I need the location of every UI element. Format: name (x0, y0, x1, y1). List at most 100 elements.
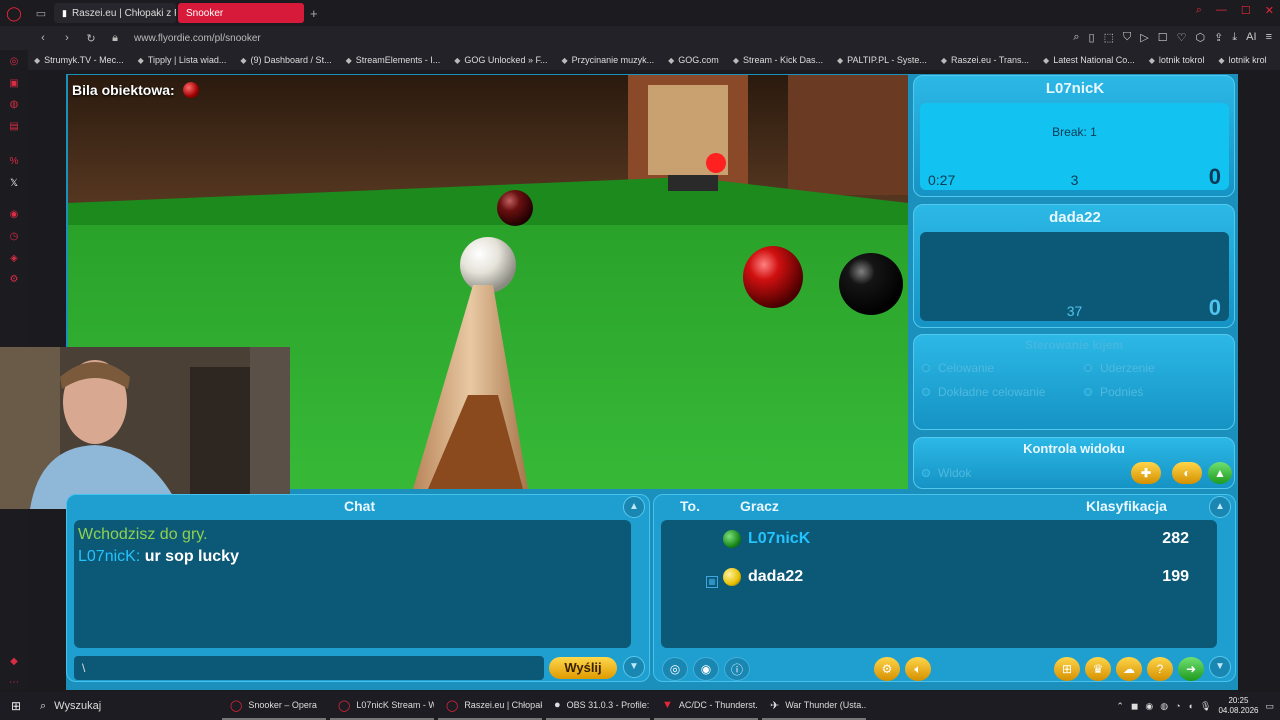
opera-logo-icon[interactable]: ◯ (0, 0, 28, 26)
bookmark-item[interactable]: ◆ Przycinanie muzyk... (561, 55, 654, 65)
bookmark-item[interactable]: ◆ Stream - Kick Das... (733, 55, 823, 65)
rotate-view-button[interactable]: ◐ (1172, 462, 1202, 484)
sidebar-more-icon[interactable]: ⋯ (9, 677, 19, 690)
back-icon[interactable]: ‹ (34, 32, 52, 44)
view-radio[interactable]: Widok (922, 466, 971, 480)
sidebar-history-icon[interactable]: ◷ (10, 231, 19, 244)
sidebar-mail-icon[interactable]: ▤ (9, 121, 18, 134)
close-icon[interactable]: ✕ (1265, 4, 1274, 17)
play-icon[interactable]: ▷ (1140, 31, 1148, 44)
start-icon[interactable]: ⊞ (0, 699, 32, 713)
control-raise[interactable]: Podnieś (1084, 385, 1143, 399)
tray-speaker-icon[interactable]: ◖ (1188, 701, 1193, 711)
tab-snooker[interactable]: Snooker (178, 3, 304, 23)
bookmark-item[interactable]: ◆ (9) Dashboard / St... (240, 55, 331, 65)
players-scroll-down-icon[interactable]: ▼ (1209, 656, 1231, 678)
extensions-icon[interactable]: ⬡ (1195, 31, 1205, 44)
sidebar-messenger-icon[interactable]: ◍ (10, 99, 19, 112)
sidebar-settings-icon[interactable]: ⚙ (10, 274, 19, 287)
menu-icon[interactable]: ≡ (1266, 31, 1272, 44)
tray-expand-icon[interactable]: ⌃ (1116, 701, 1124, 712)
player-ball-icon (723, 568, 741, 586)
shield-icon[interactable]: ⛉ (1123, 31, 1131, 44)
tray-network-icon[interactable]: ◔ (1175, 701, 1180, 711)
new-tab-icon[interactable]: + (310, 6, 318, 21)
minimize-icon[interactable]: — (1216, 4, 1227, 17)
taskbar-app[interactable]: ◯ Raszei.eu | Chłopak... (438, 692, 542, 720)
share-icon[interactable]: ⇪ (1214, 31, 1223, 44)
sidebar-percent-icon[interactable]: % (10, 156, 19, 169)
bookmark-item[interactable]: ◆ Strumyk.TV - Mec... (34, 55, 124, 65)
help-icon[interactable]: ? (1147, 657, 1173, 681)
bookmark-item[interactable]: ◆ lotnik krol (1218, 55, 1266, 65)
sidebar-gx-icon[interactable]: ◆ (10, 656, 18, 669)
bookmark-item[interactable]: ◆ Raszei.eu - Trans... (941, 55, 1029, 65)
players-scroll-up-icon[interactable]: ▲ (1209, 496, 1231, 518)
table-row[interactable]: ▦ dada22 199 (661, 562, 1217, 592)
disabled-tool-icon[interactable]: ◎ (662, 657, 688, 681)
table-row[interactable]: L07nicK 282 (661, 524, 1217, 554)
settings-icon[interactable]: ⚙ (874, 657, 900, 681)
taskbar-app[interactable]: ● OBS 31.0.3 - Profile:... (546, 692, 650, 720)
crop-icon[interactable]: ⬚ (1104, 31, 1114, 44)
forward-icon[interactable]: › (58, 32, 76, 44)
control-fine-aim[interactable]: Dokładne celowanie (922, 385, 1045, 399)
send-button[interactable]: Wyślij (549, 657, 617, 679)
tray-chrome-icon[interactable]: ◉ (1145, 701, 1153, 712)
url-field[interactable]: www.flyordie.com/pl/snooker (134, 33, 261, 44)
search-tabs-icon[interactable]: ⌕ (1196, 4, 1202, 17)
snapshot-icon[interactable]: ▯ (1089, 31, 1095, 44)
trophy-icon[interactable]: ♛ (1085, 657, 1111, 681)
reload-icon[interactable]: ↻ (82, 32, 100, 45)
player1-score: 0 (1208, 164, 1221, 189)
tray-app-icon[interactable]: ◼ (1131, 701, 1138, 712)
column-header-player[interactable]: Gracz (740, 498, 779, 514)
heart-icon[interactable]: ♡ (1177, 31, 1187, 44)
new-table-icon[interactable]: ⊞ (1054, 657, 1080, 681)
column-header-table[interactable]: To. (680, 498, 700, 514)
tab-raszei[interactable]: ▮ Raszei.eu | Chłopaki z Ras (54, 3, 176, 23)
zoom-view-button[interactable]: ✚ (1131, 462, 1161, 484)
download-icon[interactable]: ⤓ (1232, 31, 1237, 44)
taskbar-app[interactable]: ✈ War Thunder (Usta... (762, 692, 866, 720)
taskbar-search[interactable]: ⌕ Wyszukaj (32, 692, 222, 720)
disabled-user-icon[interactable]: ◉ (693, 657, 719, 681)
control-strike[interactable]: Uderzenie (1084, 361, 1155, 375)
radio-icon (922, 469, 930, 477)
sidebar-bag-icon[interactable]: ▣ (9, 78, 18, 91)
disabled-info-icon[interactable]: ⓘ (724, 657, 750, 681)
sidebar-pin-icon[interactable]: ◈ (10, 253, 18, 266)
ai-button[interactable]: AI (1246, 31, 1256, 44)
sound-icon[interactable]: 🔈︎ (905, 657, 931, 681)
bookmark-item[interactable]: ◆ StreamElements - I... (346, 55, 441, 65)
taskbar-app[interactable]: ◯ Snooker – Opera (222, 692, 326, 720)
chat-scroll-up-icon[interactable]: ▲ (623, 496, 645, 518)
sidebar-aria-icon[interactable]: ◎ (10, 56, 19, 69)
sidebar-player-icon[interactable]: ◉ (10, 209, 19, 222)
sidebar-x-icon[interactable]: 𝕏 (10, 178, 18, 191)
bookmark-item[interactable]: ◆ GOG Unlocked » F... (454, 55, 547, 65)
bookmark-item[interactable]: ◆ Latest National Co... (1043, 55, 1135, 65)
bookmark-item[interactable]: ◆ Tipply | Lista wiad... (138, 55, 227, 65)
top-view-button[interactable]: ▲ (1208, 462, 1232, 484)
taskbar-clock[interactable]: 20:25 04.08.2026 (1218, 696, 1258, 716)
control-aim[interactable]: Celowanie (922, 361, 994, 375)
exit-icon[interactable]: ➜ (1178, 657, 1204, 681)
bookmark-icon[interactable]: ☐ (1158, 31, 1168, 44)
chat-scroll-down-icon[interactable]: ▼ (623, 656, 645, 678)
chat-bubble-icon[interactable]: ☁ (1116, 657, 1142, 681)
tray-mic-icon[interactable]: 🎙︎ (1200, 701, 1211, 712)
bookmark-item[interactable]: ◆ GOG.com (668, 55, 719, 65)
notifications-icon[interactable]: ▭ (1265, 701, 1274, 712)
zoom-icon[interactable]: ⌕ (1073, 31, 1079, 44)
bookmark-item[interactable]: ◆ lotnik tokrol (1149, 55, 1205, 65)
tray-shield-icon[interactable]: ◍ (1160, 701, 1168, 712)
bookmark-item[interactable]: ◆ PALTIP.PL - Syste... (837, 55, 927, 65)
chat-input[interactable]: \ (74, 656, 544, 680)
maximize-icon[interactable]: ☐ (1241, 4, 1251, 17)
taskbar-app[interactable]: ◯ L07nicK Stream - W... (330, 692, 434, 720)
taskbar-app[interactable]: ▼ AC/DC - Thunderst... (654, 692, 758, 720)
column-header-rating[interactable]: Klasyfikacja (1086, 498, 1167, 514)
tab-menu-icon[interactable]: ▭ (28, 7, 54, 20)
tab-label: Snooker (186, 7, 224, 19)
